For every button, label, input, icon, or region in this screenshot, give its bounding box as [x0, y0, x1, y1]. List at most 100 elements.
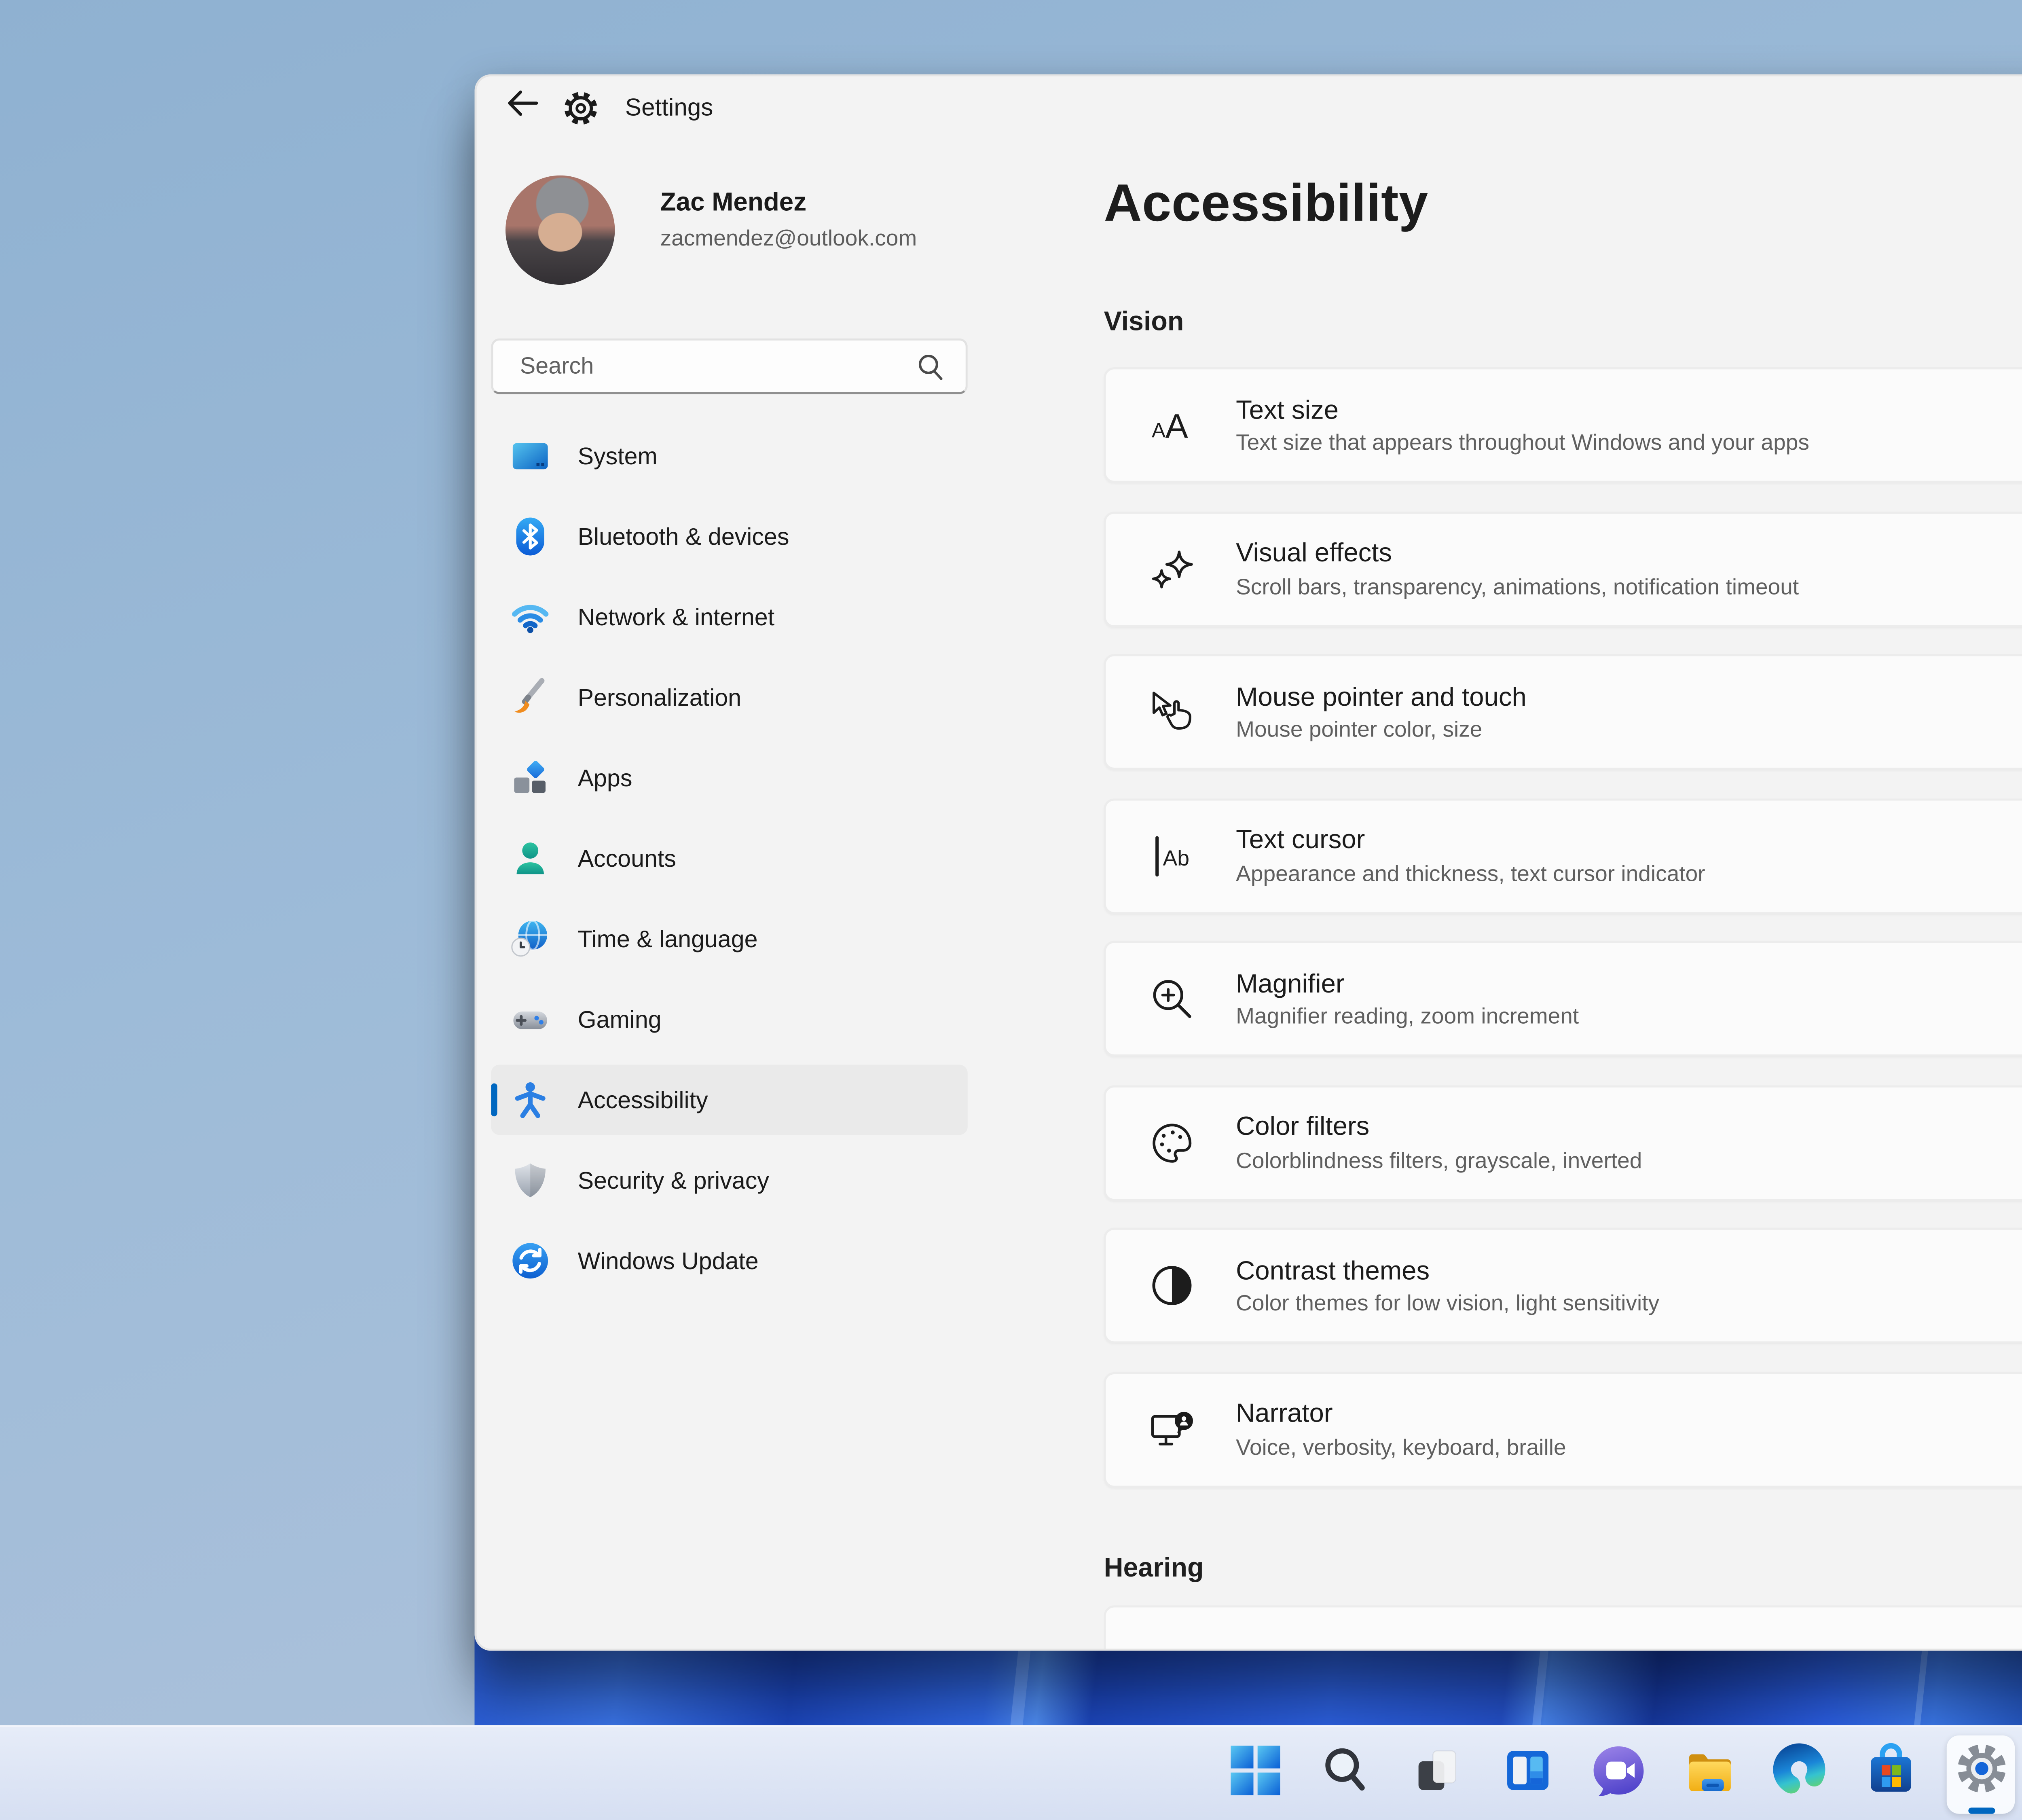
time-language-icon [510, 918, 551, 959]
search-button[interactable] [1311, 1733, 1379, 1816]
setting-subtitle: Colorblindness filters, grayscale, inver… [1236, 1149, 1642, 1174]
taskbar-center [1220, 1727, 2015, 1820]
system-icon [510, 436, 551, 477]
setting-subtitle: Appearance and thickness, text cursor in… [1236, 862, 1705, 887]
section-label-vision: Vision [1104, 305, 1184, 336]
chat-icon [1589, 1741, 1647, 1809]
sidebar-item-bluetooth-devices[interactable]: Bluetooth & devices [491, 502, 968, 571]
sidebar-item-label: Bluetooth & devices [577, 523, 789, 550]
sidebar-item-label: Network & internet [577, 603, 775, 631]
setting-row-narrator[interactable]: Narrator Voice, verbosity, keyboard, bra… [1104, 1371, 2022, 1487]
visual-effects-icon [1147, 544, 1197, 593]
chat-button[interactable] [1584, 1733, 1652, 1816]
sidebar-nav: System Bluetooth & devices Network & int… [491, 421, 968, 1296]
svg-text:Ab: Ab [1163, 845, 1190, 869]
selection-accent [491, 1083, 497, 1117]
mouse-pointer-icon [1147, 687, 1197, 736]
section-label-hearing: Hearing [1104, 1551, 1204, 1582]
titlebar[interactable]: Settings [477, 76, 2022, 138]
setting-row-text-cursor[interactable]: Ab Text cursor Appearance and thickness,… [1104, 797, 2022, 913]
setting-row-visual-effects[interactable]: Visual effects Scroll bars, transparency… [1104, 510, 2022, 626]
sidebar-item-label: Security & privacy [577, 1167, 769, 1194]
sidebar-item-accounts[interactable]: Accounts [491, 823, 968, 893]
setting-title: Text cursor [1236, 823, 1365, 855]
sidebar-item-label: Windows Update [577, 1247, 759, 1274]
profile-email: zacmendez@outlook.com [660, 227, 917, 252]
text-cursor-icon: Ab [1147, 831, 1197, 880]
setting-subtitle: Mouse pointer color, size [1236, 718, 1483, 744]
setting-subtitle: Magnifier reading, zoom increment [1236, 1005, 1579, 1031]
settings-window: Settings Zac Mendez zacmendez@outlook.co… [474, 74, 2022, 1651]
search-icon [916, 353, 945, 392]
window-title: Settings [625, 93, 713, 122]
task-view-button[interactable] [1402, 1733, 1470, 1816]
store-icon [1861, 1741, 1919, 1809]
settings-taskbar-button[interactable] [1946, 1733, 2015, 1816]
sidebar: Zac Mendez zacmendez@outlook.com System [491, 171, 968, 1296]
profile-card[interactable]: Zac Mendez zacmendez@outlook.com [491, 171, 968, 315]
setting-subtitle: Scroll bars, transparency, animations, n… [1236, 575, 1799, 600]
narrator-icon [1147, 1404, 1197, 1454]
setting-title: Magnifier [1236, 967, 1345, 999]
bluetooth-icon [510, 516, 551, 557]
sidebar-item-personalization[interactable]: Personalization [491, 662, 968, 732]
setting-row-contrast-themes[interactable]: Contrast themes Color themes for low vis… [1104, 1227, 2022, 1344]
setting-title: Contrast themes [1236, 1254, 1430, 1285]
start-button[interactable] [1220, 1733, 1288, 1816]
setting-title: Narrator [1236, 1397, 1333, 1428]
svg-text:A: A [1152, 419, 1165, 442]
setting-row-text-size[interactable]: AA Text size Text size that appears thro… [1104, 367, 2022, 483]
task-view-icon [1409, 1743, 1463, 1807]
sidebar-item-label: Apps [577, 764, 632, 791]
sidebar-item-security-privacy[interactable]: Security & privacy [491, 1145, 968, 1215]
gaming-icon [510, 999, 551, 1040]
profile-name: Zac Mendez [660, 188, 807, 217]
setting-subtitle: Text size that appears throughout Window… [1236, 432, 1809, 457]
setting-title: Mouse pointer and touch [1236, 680, 1527, 711]
magnifier-icon [1147, 974, 1197, 1023]
widgets-button[interactable] [1493, 1733, 1561, 1816]
text-size-icon: AA [1147, 400, 1197, 450]
file-explorer-button[interactable] [1674, 1733, 1742, 1816]
back-button[interactable] [493, 80, 551, 134]
setting-row-magnifier[interactable]: Magnifier Magnifier reading, zoom increm… [1104, 941, 2022, 1057]
settings-gear-icon [551, 80, 609, 134]
windows-update-icon [510, 1240, 551, 1281]
store-button[interactable] [1856, 1733, 1924, 1816]
setting-title: Visual effects [1236, 537, 1392, 568]
color-filters-icon [1147, 1117, 1197, 1167]
search-input[interactable] [516, 342, 908, 390]
sidebar-item-time-language[interactable]: Time & language [491, 904, 968, 974]
sidebar-item-accessibility[interactable]: Accessibility [491, 1064, 968, 1135]
sidebar-item-windows-update[interactable]: Windows Update [491, 1226, 968, 1296]
avatar [505, 175, 615, 285]
edge-button[interactable] [1765, 1733, 1833, 1816]
windows-start-icon [1228, 1743, 1282, 1807]
network-icon [510, 596, 551, 637]
taskbar: 11:11 AM 6/24/2021 [0, 1725, 2022, 1820]
setting-row-color-filters[interactable]: Color filters Colorblindness filters, gr… [1104, 1084, 2022, 1200]
personalization-icon [510, 677, 551, 718]
stage: Settings Zac Mendez zacmendez@outlook.co… [0, 0, 2022, 1820]
sidebar-item-label: System [577, 442, 658, 470]
setting-row-mouse-pointer[interactable]: Mouse pointer and touch Mouse pointer co… [1104, 654, 2022, 770]
sidebar-item-apps[interactable]: Apps [491, 743, 968, 813]
sidebar-item-label: Personalization [577, 684, 742, 711]
sidebar-item-gaming[interactable]: Gaming [491, 984, 968, 1054]
active-app-indicator [1967, 1807, 1995, 1814]
main-content: Accessibility Vision AA Text size Text s… [1104, 150, 2022, 1649]
setting-row-partial[interactable] [1104, 1604, 2022, 1649]
sidebar-item-label: Time & language [577, 925, 758, 952]
sidebar-item-label: Gaming [577, 1006, 662, 1033]
setting-subtitle: Color themes for low vision, light sensi… [1236, 1292, 1660, 1317]
setting-subtitle: Voice, verbosity, keyboard, braille [1236, 1435, 1566, 1460]
security-shield-icon [510, 1160, 551, 1201]
back-arrow-icon [506, 86, 539, 129]
sidebar-item-network-internet[interactable]: Network & internet [491, 582, 968, 652]
sidebar-item-label: Accessibility [577, 1086, 708, 1113]
contrast-themes-icon [1147, 1261, 1197, 1310]
widgets-icon [1500, 1743, 1554, 1807]
sidebar-item-system[interactable]: System [491, 421, 968, 491]
svg-text:A: A [1165, 407, 1188, 445]
search-box[interactable] [491, 338, 968, 394]
